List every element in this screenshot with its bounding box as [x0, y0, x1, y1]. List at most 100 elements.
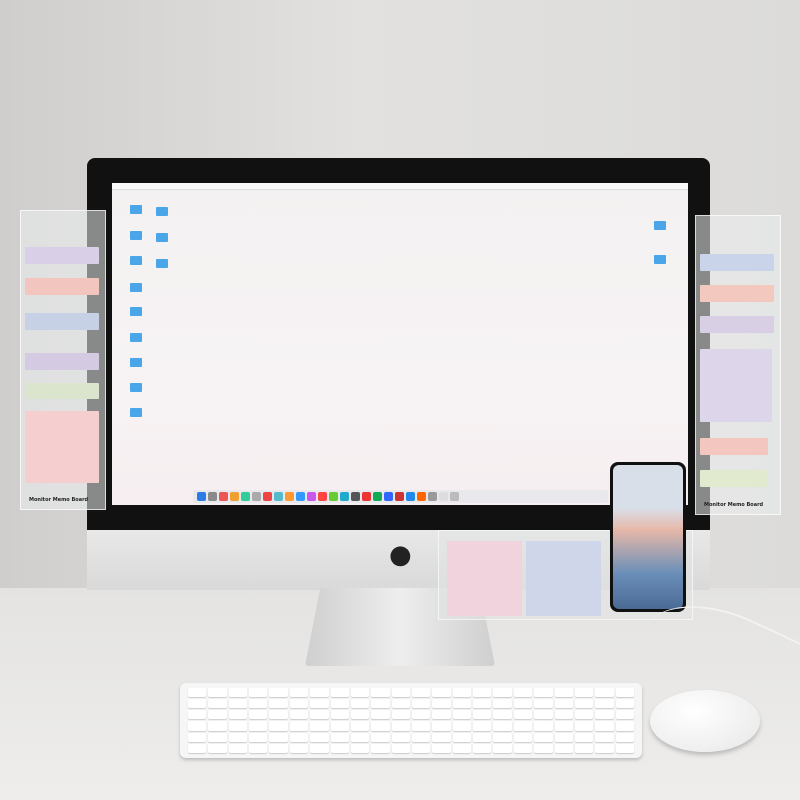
keyboard-key[interactable] — [432, 688, 451, 698]
keyboard-key[interactable] — [411, 699, 431, 709]
keyboard-key[interactable] — [493, 732, 512, 742]
dock-app-icon[interactable] — [285, 492, 294, 501]
keyboard-key[interactable] — [513, 721, 533, 731]
keyboard-key[interactable] — [371, 721, 390, 731]
dock-app-icon[interactable] — [274, 492, 283, 501]
keyboard-key[interactable] — [289, 732, 309, 742]
keyboard-key[interactable] — [554, 743, 573, 753]
dock-app-icon[interactable] — [208, 492, 217, 501]
folder-icon[interactable] — [156, 233, 168, 242]
keyboard-key[interactable] — [554, 710, 573, 720]
keyboard-key[interactable] — [595, 721, 614, 731]
dock-app-icon[interactable] — [252, 492, 261, 501]
keyboard-key[interactable] — [391, 721, 410, 731]
keyboard-key[interactable] — [432, 710, 451, 720]
keyboard-key[interactable] — [452, 688, 472, 698]
keyboard-key[interactable] — [391, 743, 410, 753]
keyboard-key[interactable] — [208, 721, 227, 731]
keyboard-key[interactable] — [615, 699, 634, 709]
keyboard-key[interactable] — [432, 721, 451, 731]
keyboard-key[interactable] — [391, 732, 410, 742]
keyboard-key[interactable] — [595, 732, 614, 742]
folder-icon[interactable] — [130, 333, 142, 342]
folder-icon[interactable] — [130, 408, 142, 417]
keyboard-key[interactable] — [534, 688, 553, 698]
keyboard-key[interactable] — [493, 688, 512, 698]
keyboard-key[interactable] — [208, 732, 227, 742]
keyboard-key[interactable] — [391, 699, 410, 709]
keyboard-key[interactable] — [188, 710, 207, 720]
dock-app-icon[interactable] — [428, 492, 437, 501]
keyboard-key[interactable] — [513, 699, 533, 709]
keyboard-key[interactable] — [371, 699, 390, 709]
keyboard-key[interactable] — [228, 721, 248, 731]
dock-app-icon[interactable] — [340, 492, 349, 501]
keyboard-key[interactable] — [574, 710, 594, 720]
keyboard-key[interactable] — [330, 721, 349, 731]
folder-icon[interactable] — [130, 383, 142, 392]
keyboard-key[interactable] — [411, 721, 431, 731]
keyboard-key[interactable] — [452, 732, 472, 742]
keyboard-key[interactable] — [473, 699, 492, 709]
keyboard-key[interactable] — [513, 743, 533, 753]
keyboard-key[interactable] — [249, 743, 268, 753]
keyboard-key[interactable] — [228, 699, 248, 709]
keyboard-key[interactable] — [411, 743, 431, 753]
keyboard-key[interactable] — [452, 710, 472, 720]
keyboard-key[interactable] — [615, 710, 634, 720]
dock-app-icon[interactable] — [406, 492, 415, 501]
keyboard-key[interactable] — [350, 688, 370, 698]
keyboard-key[interactable] — [350, 743, 370, 753]
keyboard-key[interactable] — [249, 721, 268, 731]
dock-app-icon[interactable] — [318, 492, 327, 501]
keyboard-key[interactable] — [188, 721, 207, 731]
keyboard-key[interactable] — [289, 699, 309, 709]
keyboard-key[interactable] — [493, 743, 512, 753]
keyboard-key[interactable] — [228, 710, 248, 720]
keyboard-key[interactable] — [432, 732, 451, 742]
keyboard-key[interactable] — [330, 699, 349, 709]
keyboard-key[interactable] — [411, 688, 431, 698]
smartphone[interactable] — [610, 462, 686, 612]
keyboard-key[interactable] — [473, 710, 492, 720]
keyboard-key[interactable] — [595, 710, 614, 720]
keyboard[interactable] — [180, 683, 642, 758]
keyboard-key[interactable] — [371, 710, 390, 720]
folder-icon[interactable] — [130, 358, 142, 367]
dock-app-icon[interactable] — [263, 492, 272, 501]
keyboard-key[interactable] — [269, 721, 288, 731]
keyboard-key[interactable] — [534, 721, 553, 731]
keyboard-key[interactable] — [208, 699, 227, 709]
keyboard-key[interactable] — [554, 732, 573, 742]
keyboard-key[interactable] — [289, 743, 309, 753]
keyboard-key[interactable] — [534, 710, 553, 720]
keyboard-key[interactable] — [249, 699, 268, 709]
keyboard-key[interactable] — [473, 721, 492, 731]
keyboard-key[interactable] — [554, 721, 573, 731]
keyboard-key[interactable] — [289, 710, 309, 720]
keyboard-key[interactable] — [249, 688, 268, 698]
keyboard-key[interactable] — [452, 699, 472, 709]
keyboard-key[interactable] — [473, 732, 492, 742]
keyboard-key[interactable] — [208, 710, 227, 720]
dock-app-icon[interactable] — [219, 492, 228, 501]
dock-app-icon[interactable] — [351, 492, 360, 501]
keyboard-key[interactable] — [513, 710, 533, 720]
keyboard-key[interactable] — [350, 710, 370, 720]
dock-app-icon[interactable] — [296, 492, 305, 501]
dock-app-icon[interactable] — [241, 492, 250, 501]
keyboard-key[interactable] — [310, 710, 329, 720]
dock-app-icon[interactable] — [439, 492, 448, 501]
keyboard-key[interactable] — [289, 688, 309, 698]
keyboard-key[interactable] — [595, 688, 614, 698]
keyboard-key[interactable] — [330, 732, 349, 742]
keyboard-key[interactable] — [208, 688, 227, 698]
keyboard-key[interactable] — [310, 732, 329, 742]
keyboard-key[interactable] — [554, 688, 573, 698]
keyboard-key[interactable] — [574, 732, 594, 742]
keyboard-key[interactable] — [269, 743, 288, 753]
folder-icon[interactable] — [130, 283, 142, 292]
keyboard-key[interactable] — [269, 699, 288, 709]
keyboard-key[interactable] — [310, 721, 329, 731]
folder-icon[interactable] — [156, 207, 168, 216]
